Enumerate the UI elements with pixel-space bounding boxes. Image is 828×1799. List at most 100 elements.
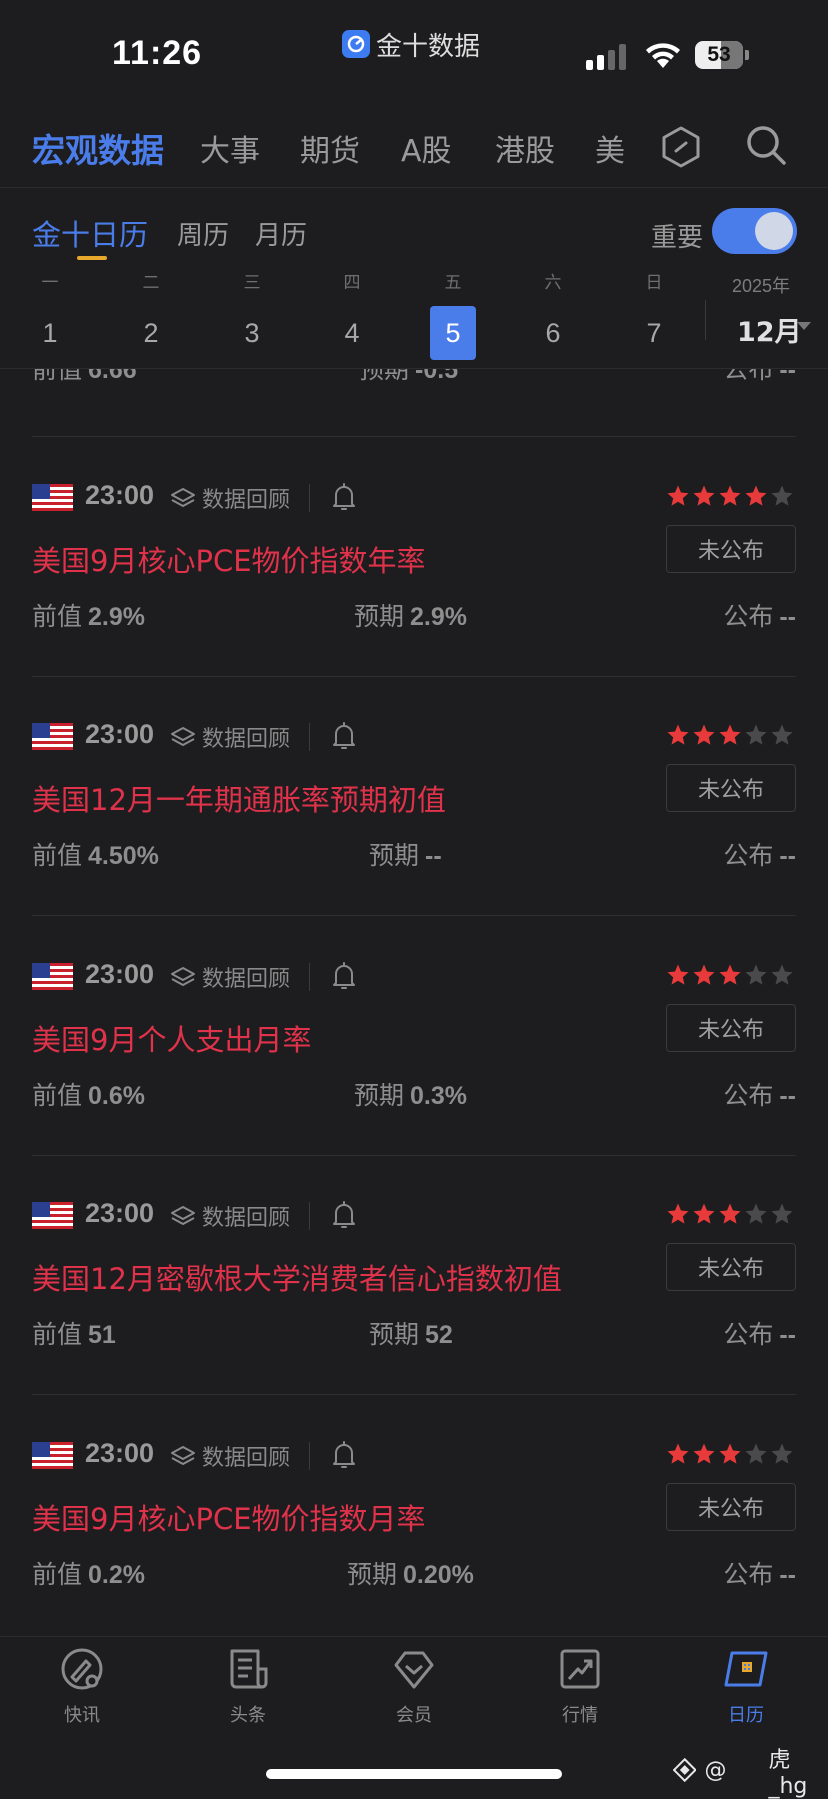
- event-title[interactable]: 美国9月核心PCE物价指数月率: [32, 1496, 426, 1538]
- hexagon-menu-icon[interactable]: [660, 125, 702, 169]
- event-title[interactable]: 美国12月一年期通胀率预期初值: [32, 777, 446, 819]
- published-value: --: [779, 1561, 796, 1589]
- importance-stars: [666, 484, 794, 508]
- battery-level: 53: [707, 43, 731, 66]
- event-item[interactable]: 23:00 数据回顾 美国9月个人支出月率 未公布 前值 0.6% 预期 0.3% …: [0, 959, 828, 1200]
- status-time: 11:26: [112, 34, 203, 72]
- battery-indicator: 53: [695, 41, 749, 69]
- tab-a-shares[interactable]: A股: [401, 126, 452, 170]
- tab-jin10-calendar[interactable]: 金十日历: [32, 212, 148, 254]
- importance-stars: [666, 723, 794, 747]
- bell-icon[interactable]: [331, 721, 357, 751]
- tab-macro-data[interactable]: 宏观数据: [32, 124, 164, 172]
- event-time: 23:00: [85, 480, 155, 510]
- status-app-name: 金十数据: [376, 31, 481, 62]
- watermark-user: 虎_hg: [768, 1747, 808, 1799]
- star-filled-icon: [667, 1203, 689, 1224]
- event-values-row: 前值 4.50% 预期 -- 公布 --: [32, 841, 796, 870]
- day-friday-selected[interactable]: 五5: [423, 272, 483, 360]
- member-icon: [394, 1651, 434, 1689]
- watermark-at: @: [704, 1757, 727, 1783]
- event-values-row: 前值 0.6% 预期 0.3% 公布 --: [32, 1081, 796, 1110]
- chevron-down-icon[interactable]: [797, 322, 811, 330]
- event-title[interactable]: 美国9月个人支出月率: [32, 1017, 311, 1059]
- day-number: 3: [244, 318, 260, 348]
- tab-futures[interactable]: 期货: [300, 126, 360, 170]
- status-app-indicator[interactable]: 金十数据: [342, 28, 481, 62]
- event-time: 23:00: [85, 1198, 155, 1228]
- publish-status-button[interactable]: 未公布: [666, 764, 796, 812]
- calendar-view-tabs: 金十日历 周历 月历 重要: [0, 205, 828, 265]
- tab-calendar[interactable]: 日历: [691, 1647, 801, 1727]
- bell-icon[interactable]: [331, 482, 357, 512]
- day-monday[interactable]: 一1: [20, 272, 80, 360]
- event-item[interactable]: 23:00 数据回顾 美国12月一年期通胀率预期初值 未公布 前值 4.50% 预…: [0, 719, 828, 960]
- expected-value: 2.9%: [410, 603, 467, 631]
- us-flag-icon: [32, 963, 73, 990]
- star-filled-icon: [719, 1443, 741, 1464]
- tab-member[interactable]: 会员: [359, 1647, 469, 1727]
- expected-value: 0.20%: [403, 1561, 474, 1589]
- event-item[interactable]: 23:00 数据回顾 美国9月核心PCE物价指数月率 未公布 前值 0.2% 预期…: [0, 1438, 828, 1635]
- tab-week-calendar[interactable]: 周历: [177, 215, 229, 252]
- market-icon: [560, 1649, 600, 1689]
- search-icon[interactable]: [745, 124, 787, 166]
- data-review-link[interactable]: 数据回顾: [170, 484, 290, 513]
- day-sunday[interactable]: 日7: [624, 272, 684, 360]
- day-number: 7: [646, 318, 662, 348]
- tab-market[interactable]: 行情: [525, 1647, 635, 1727]
- tab-big-events[interactable]: 大事: [200, 126, 260, 170]
- event-title[interactable]: 美国12月密歇根大学消费者信心指数初值: [32, 1256, 562, 1298]
- day-wednesday[interactable]: 三3: [222, 272, 282, 360]
- layers-icon: [171, 1446, 195, 1465]
- star-empty-icon: [771, 1203, 793, 1224]
- tab-headlines[interactable]: 头条: [193, 1647, 303, 1727]
- importance-stars: [666, 1202, 794, 1226]
- data-review-link[interactable]: 数据回顾: [170, 723, 290, 752]
- status-bar: 11:26 金十数据 53: [0, 0, 828, 100]
- data-review-link[interactable]: 数据回顾: [170, 1202, 290, 1231]
- day-saturday[interactable]: 六6: [523, 272, 583, 360]
- item-divider: [32, 1394, 796, 1395]
- bell-icon[interactable]: [331, 1440, 357, 1470]
- tab-hk-stocks[interactable]: 港股: [495, 126, 555, 170]
- layers-icon: [171, 1206, 195, 1225]
- day-thursday[interactable]: 四4: [322, 272, 382, 360]
- app-logo-icon: [342, 30, 370, 58]
- home-indicator[interactable]: [266, 1769, 562, 1779]
- publish-status-button[interactable]: 未公布: [666, 525, 796, 573]
- month-picker[interactable]: 12月: [737, 310, 802, 349]
- tab-us-stocks[interactable]: 美: [595, 126, 625, 170]
- tab-flash-news[interactable]: 快讯: [27, 1647, 137, 1727]
- publish-status-button[interactable]: 未公布: [666, 1004, 796, 1052]
- item-divider: [32, 676, 796, 677]
- importance-stars: [666, 963, 794, 987]
- star-empty-icon: [771, 1443, 793, 1464]
- day-number: 5: [430, 306, 476, 360]
- week-separator: [705, 300, 706, 340]
- day-tuesday[interactable]: 二2: [121, 272, 181, 360]
- important-toggle[interactable]: [712, 208, 797, 254]
- expected-value: 0.3%: [410, 1082, 467, 1110]
- event-item[interactable]: 23:00 数据回顾 美国12月密歇根大学消费者信心指数初值 未公布 前值 51 …: [0, 1198, 828, 1439]
- item-divider: [32, 436, 796, 437]
- tab-month-calendar[interactable]: 月历: [255, 215, 307, 252]
- us-flag-icon: [32, 1202, 73, 1229]
- data-review-link[interactable]: 数据回顾: [170, 1442, 290, 1471]
- event-values-row: 前值 2.9% 预期 2.9% 公布 --: [32, 602, 796, 631]
- us-flag-icon: [32, 1442, 73, 1469]
- watermark-logo-icon: [673, 1758, 697, 1782]
- star-empty-icon: [771, 724, 793, 745]
- event-list[interactable]: 前值 6.66 预期 -0.5 公布 -- 23:00 数据回顾 美国9月核心PCE物…: [0, 369, 828, 1635]
- star-filled-icon: [693, 1443, 715, 1464]
- publish-status-button[interactable]: 未公布: [666, 1483, 796, 1531]
- prev-value: 0.6%: [88, 1082, 145, 1110]
- expected-value: --: [425, 842, 442, 870]
- bell-icon[interactable]: [331, 961, 357, 991]
- bell-icon[interactable]: [331, 1200, 357, 1230]
- event-item[interactable]: 23:00 数据回顾 美国9月核心PCE物价指数年率 未公布 前值 2.9% 预期…: [0, 480, 828, 721]
- data-review-link[interactable]: 数据回顾: [170, 963, 290, 992]
- publish-status-button[interactable]: 未公布: [666, 1243, 796, 1291]
- event-title[interactable]: 美国9月核心PCE物价指数年率: [32, 538, 426, 580]
- star-filled-icon: [667, 964, 689, 985]
